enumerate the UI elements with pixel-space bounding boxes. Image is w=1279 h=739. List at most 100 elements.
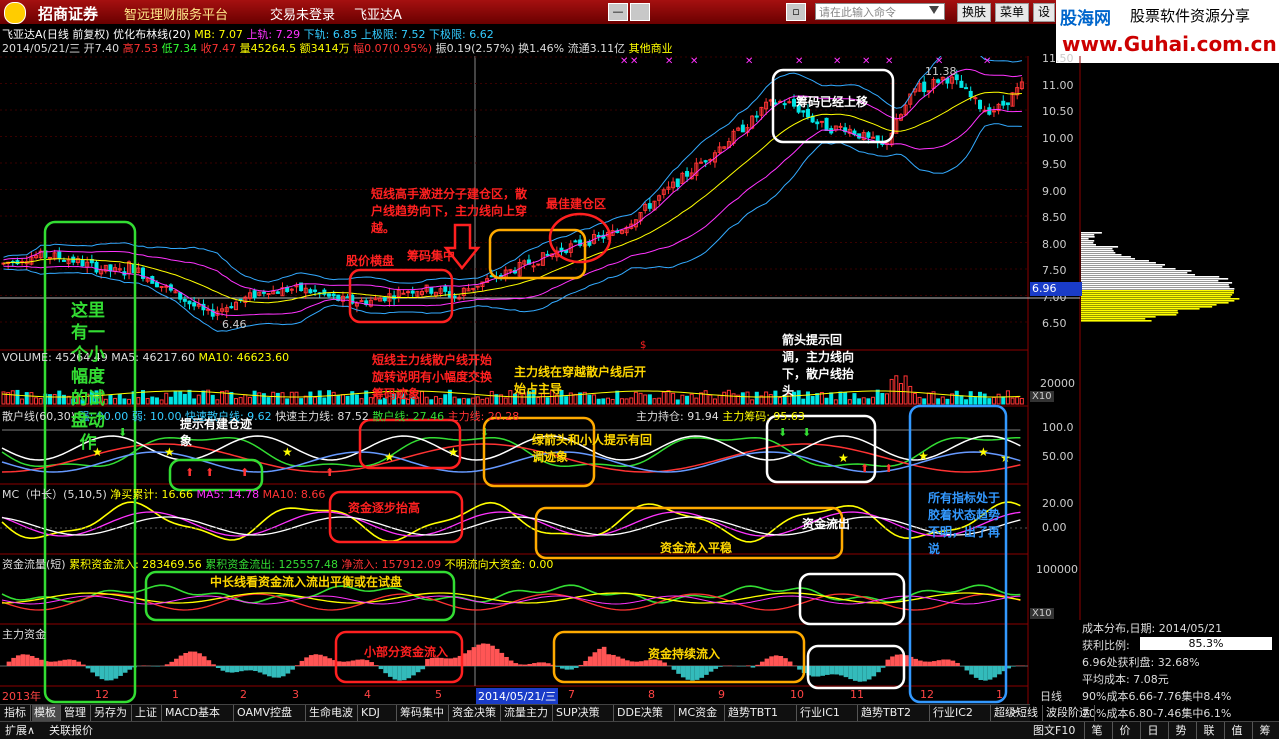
tab-1[interactable]: 模板 bbox=[32, 705, 61, 721]
main-fund-bar-up bbox=[179, 656, 184, 666]
menu-button[interactable]: 菜单 bbox=[995, 3, 1029, 22]
current-price-badge: 6.96 bbox=[1030, 282, 1082, 296]
chip-bar bbox=[1081, 234, 1094, 236]
tab-11[interactable]: 流量主力 bbox=[502, 705, 553, 721]
price-axis-tick: 8.00 bbox=[1042, 238, 1067, 251]
volume-bar bbox=[765, 392, 768, 404]
main-fund-bar-down bbox=[95, 666, 100, 676]
bottom-1[interactable]: 价 bbox=[1112, 722, 1137, 739]
tab-17[interactable]: 趋势TBT2 bbox=[859, 705, 930, 721]
main-fund-bar-up bbox=[304, 657, 309, 666]
main-fund-bar-up bbox=[67, 659, 72, 666]
ad-banner[interactable]: 股海网 股票软件资源分享 www.Guhai.com.cn bbox=[1056, 0, 1279, 63]
minimize-icon[interactable]: — bbox=[608, 3, 628, 21]
volume-bar bbox=[992, 397, 995, 404]
volume-bar bbox=[1006, 391, 1009, 404]
candle-body bbox=[992, 111, 995, 112]
restore-window-icon[interactable]: ▫ bbox=[786, 3, 806, 21]
volume-bar bbox=[258, 393, 261, 404]
tab-18[interactable]: 行业IC2 bbox=[931, 705, 991, 721]
main-fund-bars bbox=[0, 643, 1028, 681]
tab-6[interactable]: OAMV控盘 bbox=[235, 705, 306, 721]
tab-2[interactable]: 管理 bbox=[62, 705, 91, 721]
login-status[interactable]: 交易未登录 bbox=[270, 4, 335, 23]
main-fund-bar-up bbox=[774, 655, 779, 666]
candle-body bbox=[802, 111, 805, 112]
main-fund-bar-down bbox=[797, 666, 802, 670]
tab-10[interactable]: 资金决策 bbox=[450, 705, 501, 721]
tab-14[interactable]: MC资金 bbox=[676, 705, 725, 721]
close-icon[interactable] bbox=[630, 3, 650, 21]
main-fund-bar-down bbox=[969, 666, 974, 674]
annotation-trial: 这里有一个小幅度的试盘动作 bbox=[66, 300, 110, 454]
volume-bar bbox=[286, 399, 289, 404]
volume-bar bbox=[620, 399, 623, 404]
volume-bar bbox=[751, 400, 754, 404]
main-fund-bar-down bbox=[216, 666, 221, 668]
main-chip: 主力筹码: 95.63 bbox=[722, 410, 805, 423]
main-fund-bar-up bbox=[309, 655, 314, 666]
tab-15[interactable]: 趋势TBT1 bbox=[726, 705, 797, 721]
switch-skin-button[interactable]: 换肤 bbox=[957, 3, 991, 22]
bottom-4[interactable]: 联 bbox=[1196, 722, 1221, 739]
ad-url: www.Guhai.com.cn bbox=[1062, 32, 1277, 56]
tab-12[interactable]: SUP决策 bbox=[554, 705, 614, 721]
tab-0[interactable]: 指标 bbox=[2, 705, 31, 721]
tab-8[interactable]: KDJ bbox=[359, 705, 397, 721]
candle-body bbox=[783, 104, 786, 105]
tab-4[interactable]: 上证 bbox=[133, 705, 162, 721]
timeframe-label[interactable]: 日线 bbox=[1040, 688, 1062, 704]
volume-bar bbox=[267, 398, 270, 404]
main-fund-bar-up bbox=[174, 659, 179, 666]
tab-5[interactable]: MACD基本 bbox=[163, 705, 234, 721]
candle-body bbox=[360, 301, 363, 302]
main-fund-bar-up bbox=[211, 664, 216, 666]
volume-bar bbox=[727, 390, 730, 404]
f10-button[interactable]: 图文F10 bbox=[1030, 722, 1078, 739]
indicator-tabs: 指标模板管理另存为上证MACD基本OAMV控盘生命电波KDJ筹码集中资金决策流量… bbox=[0, 704, 1030, 721]
volume-ma5: MA5: 46217.60 bbox=[111, 351, 195, 364]
main-fund-bar-up bbox=[946, 659, 951, 666]
fund-flow-lines bbox=[2, 585, 1020, 610]
command-input[interactable]: 请在此输入命令 bbox=[815, 3, 945, 20]
main-fund-bar-up bbox=[755, 665, 760, 666]
bottom-6[interactable]: 筹 bbox=[1252, 722, 1277, 739]
bar-date: 2014/05/21/三 bbox=[2, 42, 80, 55]
volume-ma bbox=[2, 391, 1020, 397]
main-fund-bar-down bbox=[109, 666, 114, 680]
volume-bar bbox=[21, 399, 24, 404]
main-fund-bar-up bbox=[490, 646, 495, 666]
main-fund-bar-down bbox=[248, 666, 253, 670]
tab-scroll-icon[interactable]: > bbox=[1010, 705, 1019, 718]
main-fund-bar-up bbox=[532, 663, 537, 666]
high-price-label: 11.38 bbox=[925, 65, 957, 78]
red-arrow-marker: ⬆ bbox=[185, 466, 194, 479]
chip-bar bbox=[1081, 260, 1149, 262]
tab-3[interactable]: 另存为 bbox=[92, 705, 132, 721]
time-axis-label: 2 bbox=[240, 688, 247, 701]
candle-body bbox=[346, 297, 349, 298]
annotation-hint-build: 提示有建仓迹象 bbox=[180, 416, 262, 450]
main-fund-bar-down bbox=[988, 666, 993, 680]
change-value: 幅0.07(0.95%) bbox=[353, 42, 432, 55]
bottom-0[interactable]: 笔 bbox=[1084, 722, 1109, 739]
bottom-3[interactable]: 势 bbox=[1168, 722, 1193, 739]
related-quotes-button[interactable]: 关联报价 bbox=[46, 722, 96, 739]
bottom-2[interactable]: 日 bbox=[1140, 722, 1165, 739]
main-fund-label: 主力资金 bbox=[2, 626, 46, 642]
bottom-5[interactable]: 值 bbox=[1224, 722, 1249, 739]
expand-button[interactable]: 扩展∧ bbox=[2, 722, 38, 739]
ad-slogan: 股票软件资源分享 bbox=[1130, 5, 1250, 26]
volume-bar bbox=[607, 398, 610, 404]
tab-20[interactable]: 波段阶运 bbox=[1044, 705, 1095, 721]
tab-13[interactable]: DDE决策 bbox=[615, 705, 675, 721]
settings-button[interactable]: 设 bbox=[1033, 3, 1055, 22]
dropdown-icon[interactable] bbox=[929, 6, 939, 14]
annotation-small-in: 小部分资金流入 bbox=[364, 644, 448, 661]
signal-marker: ✕ bbox=[690, 56, 698, 67]
main-fund-bar-down bbox=[565, 666, 570, 670]
tab-16[interactable]: 行业IC1 bbox=[798, 705, 858, 721]
tab-7[interactable]: 生命电波 bbox=[307, 705, 358, 721]
candle-body bbox=[574, 241, 577, 242]
tab-9[interactable]: 筹码集中 bbox=[398, 705, 449, 721]
